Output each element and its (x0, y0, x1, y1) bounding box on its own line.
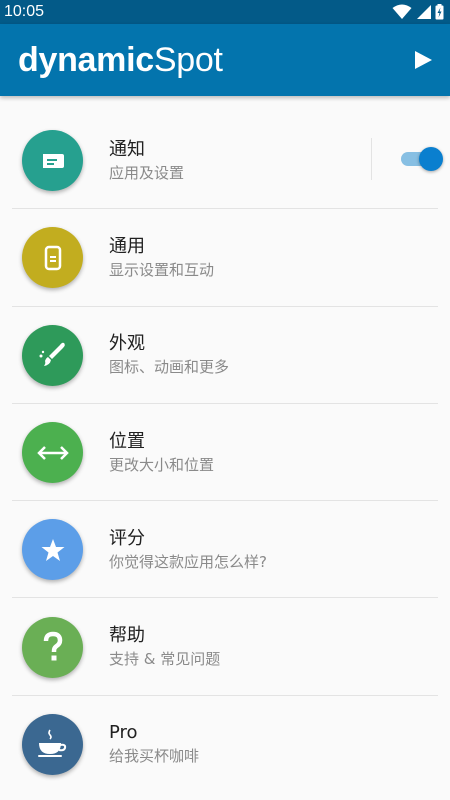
signal-icon (417, 5, 431, 19)
item-subtitle: 更改大小和位置 (109, 455, 215, 474)
notification-circle (22, 130, 83, 192)
item-subtitle: 图标、动画和更多 (109, 358, 230, 377)
list-item-position[interactable]: 位置 更改大小和位置 (0, 404, 450, 502)
play-button[interactable] (408, 45, 438, 75)
star-icon (41, 538, 64, 561)
appearance-texts: 外观 图标、动画和更多 (109, 332, 229, 378)
notification-texts: 通知 应用及设置 (109, 138, 184, 184)
item-title: Pro (109, 722, 138, 744)
list-item-rate[interactable]: 评分 你觉得这款应用怎么样? (0, 501, 450, 599)
appearance-circle (22, 324, 83, 386)
list-item-pro[interactable]: Pro 给我买杯咖啡 (0, 696, 450, 793)
phone-icon (44, 245, 61, 271)
app-title-light: Spot (153, 40, 223, 79)
item-title: 评分 (109, 527, 145, 549)
general-circle (22, 227, 83, 289)
item-title: 位置 (109, 430, 145, 452)
help-texts: 帮助 支持 & 常见问题 (109, 624, 220, 670)
list-item-help[interactable]: 帮助 支持 & 常见问题 (0, 598, 450, 696)
help-circle (22, 616, 83, 678)
settings-list: 通知 应用及设置 通用 显示设置和互动 外观 图标、动画和更多 位置 更改大小和… (0, 112, 450, 793)
message-icon (42, 153, 64, 168)
item-subtitle: 你觉得这款应用怎么样? (109, 552, 267, 571)
list-item-appearance[interactable]: 外观 图标、动画和更多 (0, 307, 450, 404)
battery-icon (435, 4, 444, 20)
list-item-general[interactable]: 通用 显示设置和互动 (0, 209, 450, 307)
status-bar: 10:05 (0, 0, 450, 24)
question-icon (43, 631, 62, 661)
item-subtitle: 支持 & 常见问题 (109, 650, 221, 669)
item-subtitle: 给我买杯咖啡 (109, 747, 200, 766)
play-icon (415, 51, 432, 69)
position-texts: 位置 更改大小和位置 (109, 430, 214, 476)
app-title-bold: dynamic (18, 40, 154, 79)
item-subtitle: 应用及设置 (109, 163, 185, 182)
toggle-thumb (419, 147, 443, 171)
list-item-notification[interactable]: 通知 应用及设置 (0, 112, 450, 210)
pro-circle (22, 713, 83, 775)
wifi-icon (392, 4, 412, 19)
item-title: 帮助 (109, 625, 145, 647)
item-title: 外观 (109, 333, 145, 355)
item-subtitle: 显示设置和互动 (109, 260, 215, 279)
position-circle (22, 422, 83, 484)
item-title: 通知 (109, 138, 145, 160)
general-texts: 通用 显示设置和互动 (109, 235, 214, 281)
rate-circle (22, 519, 83, 581)
app-title: dynamicSpot (18, 41, 223, 80)
notification-toggle[interactable] (401, 147, 443, 171)
pro-texts: Pro 给我买杯咖啡 (109, 721, 199, 767)
rate-texts: 评分 你觉得这款应用怎么样? (109, 527, 267, 573)
arrows-horizontal-icon (36, 445, 69, 460)
status-icons (392, 4, 444, 20)
toggle-divider (371, 138, 372, 180)
app-bar: dynamicSpot (0, 24, 450, 96)
brush-icon (39, 342, 65, 367)
item-title: 通用 (109, 235, 145, 257)
status-time: 10:05 (4, 3, 45, 20)
coffee-icon (37, 729, 66, 758)
